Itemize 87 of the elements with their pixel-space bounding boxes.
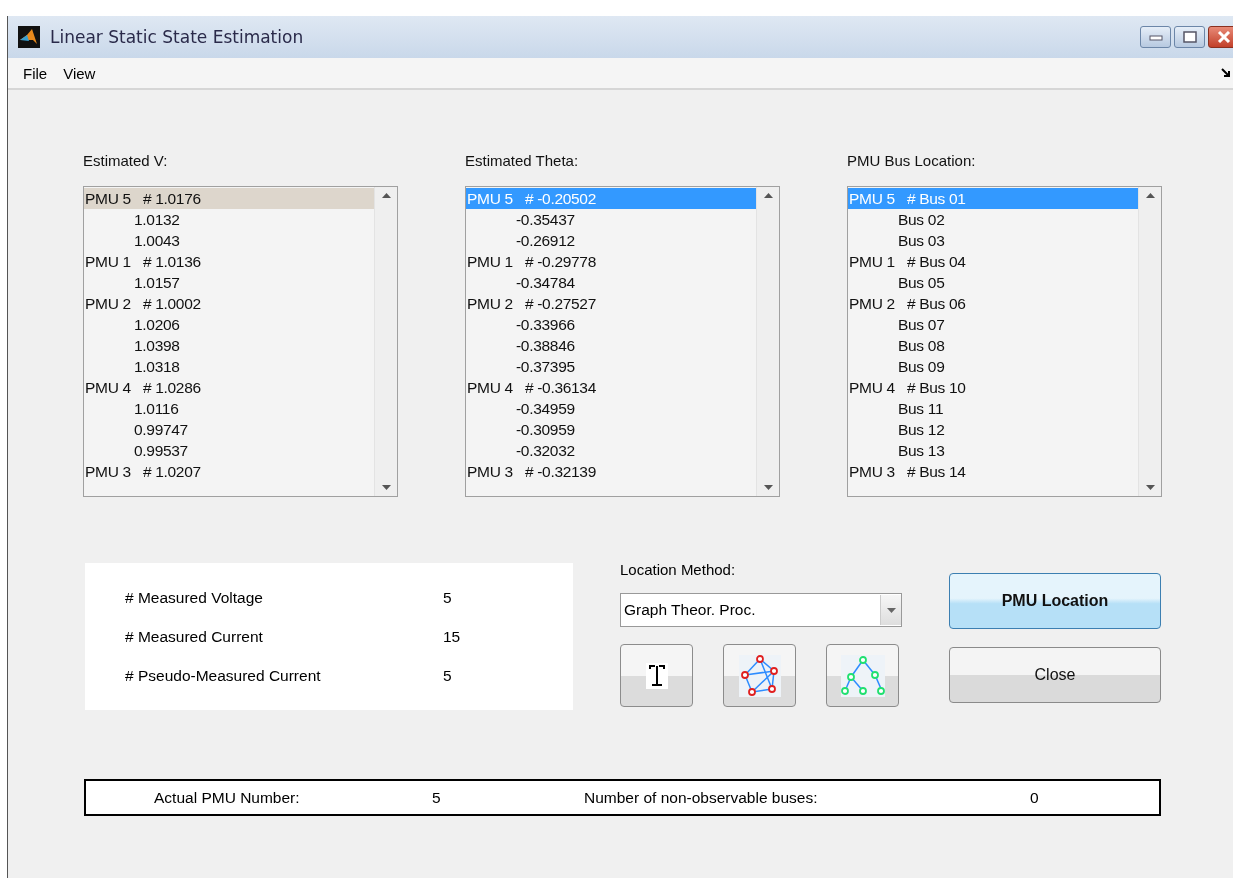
- location-method-label: Location Method:: [620, 561, 737, 580]
- caret-icon: [886, 607, 896, 613]
- list-item[interactable]: PMU 3 # Bus 14: [848, 461, 1138, 482]
- close-icon: [1216, 31, 1231, 43]
- location-method-dropdown[interactable]: Graph Theor. Proc.: [620, 593, 902, 627]
- list-item[interactable]: -0.26912: [466, 230, 756, 251]
- menu-item[interactable]: File: [15, 64, 56, 82]
- list-item[interactable]: 1.0206: [84, 314, 374, 335]
- list-item[interactable]: 1.0398: [84, 335, 374, 356]
- list-item[interactable]: 1.0116: [84, 398, 374, 419]
- measurement-label: # Pseudo-Measured Current: [125, 666, 322, 685]
- list-item[interactable]: -0.34784: [466, 272, 756, 293]
- scrollbar[interactable]: [374, 187, 397, 496]
- minimize-button[interactable]: [1140, 26, 1171, 48]
- window-close-button[interactable]: [1208, 26, 1233, 48]
- menu-item[interactable]: View: [55, 64, 104, 82]
- maximize-button[interactable]: [1174, 26, 1205, 48]
- list-item[interactable]: PMU 2 # Bus 06: [848, 293, 1138, 314]
- list-box[interactable]: PMU 5 # Bus 01 Bus 02 Bus 03 PMU 1 # Bus 04 Bus 05 PMU 2 # Bus 06 Bus 07 Bus 08 Bus 09 PMU 4 # Bus 10 Bus 11 Bus 12 Bus 13 PMU 3 # Bus 14: [847, 186, 1162, 497]
- list-item[interactable]: PMU 1 # 1.0136: [84, 251, 374, 272]
- list-item[interactable]: Bus 08: [848, 335, 1138, 356]
- list-item[interactable]: Bus 07: [848, 314, 1138, 335]
- list-item[interactable]: Bus 12: [848, 419, 1138, 440]
- scrollbar[interactable]: [1138, 187, 1161, 496]
- pmu-location-button[interactable]: PMU Location: [949, 573, 1161, 629]
- list-item[interactable]: -0.34959: [466, 398, 756, 419]
- scroll-up-icon[interactable]: [763, 193, 773, 198]
- list-item[interactable]: PMU 4 # Bus 10: [848, 377, 1138, 398]
- tool-button[interactable]: [826, 644, 899, 707]
- scroll-down-icon[interactable]: [1145, 485, 1155, 490]
- close-button[interactable]: Close: [949, 647, 1161, 703]
- window-title: Linear Static State Estimation: [50, 27, 304, 47]
- tool-button[interactable]: [723, 644, 796, 707]
- scroll-down-icon[interactable]: [763, 485, 773, 490]
- list-item[interactable]: Bus 03: [848, 230, 1138, 251]
- list-item[interactable]: PMU 3 # 1.0207: [84, 461, 374, 482]
- list-item[interactable]: PMU 1 # -0.29778: [466, 251, 756, 272]
- list-item[interactable]: Bus 11: [848, 398, 1138, 419]
- app-logo-icon: [18, 26, 40, 48]
- list-box[interactable]: PMU 5 # -0.20502 -0.35437 -0.26912 PMU 1 # -0.29778 -0.34784 PMU 2 # -0.27527 -0.33966 -0.38846 -0.37395 PMU 4 # -0.36134 -0.34959 -0.30959 -0.32032 PMU 3 # -0.32139: [465, 186, 780, 497]
- measurement-label: # Measured Voltage: [125, 588, 264, 607]
- list-item[interactable]: 0.99537: [84, 440, 374, 461]
- list-item[interactable]: PMU 5 # 1.0176: [84, 188, 374, 209]
- tree-icon: [840, 654, 885, 697]
- list-item[interactable]: -0.37395: [466, 356, 756, 377]
- list-item[interactable]: PMU 2 # 1.0002: [84, 293, 374, 314]
- list-item[interactable]: 1.0157: [84, 272, 374, 293]
- list-item[interactable]: Bus 13: [848, 440, 1138, 461]
- list-item[interactable]: PMU 1 # Bus 04: [848, 251, 1138, 272]
- list-label: Estimated V:: [83, 152, 169, 171]
- scrollbar[interactable]: [756, 187, 779, 496]
- list-item[interactable]: Bus 09: [848, 356, 1138, 377]
- list-item[interactable]: -0.32032: [466, 440, 756, 461]
- text-cursor-icon: [645, 662, 668, 689]
- list-item[interactable]: 1.0318: [84, 356, 374, 377]
- list-item[interactable]: -0.33966: [466, 314, 756, 335]
- graph-icon: [738, 654, 781, 697]
- measurement-label: # Measured Current: [125, 627, 264, 646]
- list-item[interactable]: -0.38846: [466, 335, 756, 356]
- list-label: Estimated Theta:: [465, 152, 580, 171]
- list-item[interactable]: PMU 2 # -0.27527: [466, 293, 756, 314]
- list-item[interactable]: 1.0043: [84, 230, 374, 251]
- status-label: Number of non-observable buses:: [584, 788, 819, 807]
- list-item[interactable]: 0.99747: [84, 419, 374, 440]
- scroll-up-icon[interactable]: [381, 193, 391, 198]
- list-item[interactable]: Bus 05: [848, 272, 1138, 293]
- measurement-value: 5: [443, 588, 452, 607]
- list-item[interactable]: Bus 02: [848, 209, 1138, 230]
- list-item[interactable]: 1.0132: [84, 209, 374, 230]
- list-label: PMU Bus Location:: [847, 152, 977, 171]
- list-item[interactable]: PMU 4 # 1.0286: [84, 377, 374, 398]
- list-box[interactable]: PMU 5 # 1.0176 1.0132 1.0043 PMU 1 # 1.0136 1.0157 PMU 2 # 1.0002 1.0206 1.0398 1.0318 PMU 4 # 1.0286 1.0116 0.99747 0.99537 PMU 3 # 1.0207: [83, 186, 398, 497]
- list-item[interactable]: -0.30959: [466, 419, 756, 440]
- scroll-down-icon[interactable]: [381, 485, 391, 490]
- tool-button[interactable]: [620, 644, 693, 707]
- dock-arrow-icon[interactable]: [1221, 68, 1231, 78]
- status-label: Actual PMU Number:: [154, 788, 301, 807]
- status-value: 5: [432, 788, 442, 807]
- minimize-icon: [1148, 33, 1163, 41]
- list-item[interactable]: PMU 3 # -0.32139: [466, 461, 756, 482]
- maximize-icon: [1182, 31, 1197, 43]
- list-item[interactable]: -0.35437: [466, 209, 756, 230]
- scroll-up-icon[interactable]: [1145, 193, 1155, 198]
- measurement-value: 5: [443, 666, 452, 685]
- measurement-value: 15: [443, 627, 461, 646]
- list-item[interactable]: PMU 4 # -0.36134: [466, 377, 756, 398]
- status-value: 0: [1030, 788, 1039, 807]
